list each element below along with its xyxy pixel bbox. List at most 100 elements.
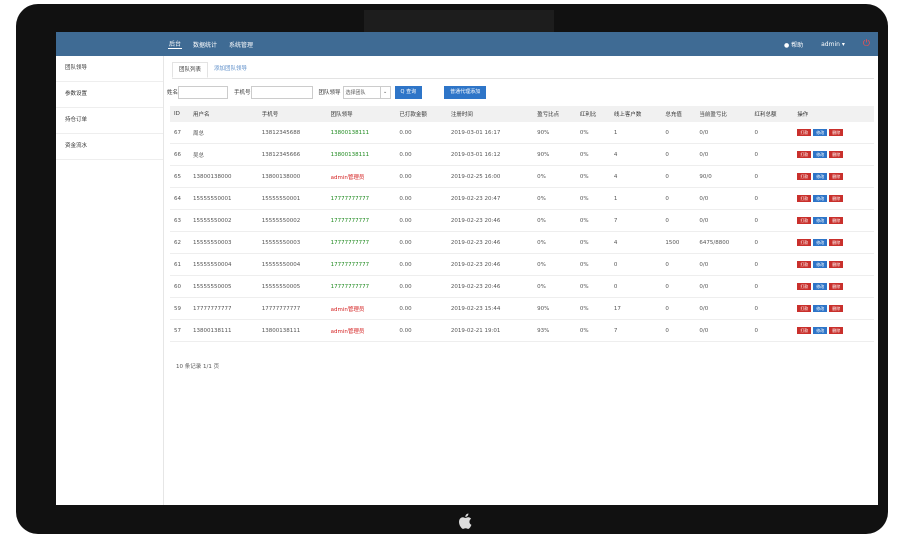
delete-button[interactable]: 删除 — [829, 195, 844, 202]
name-input[interactable] — [178, 85, 229, 99]
edit-button[interactable]: 修改 — [813, 239, 828, 246]
edit-button[interactable]: 修改 — [813, 195, 828, 202]
pay-button[interactable]: 打款 — [797, 151, 812, 158]
caret-down-icon: ▾ — [841, 40, 845, 48]
delete-button[interactable]: 删除 — [829, 239, 844, 246]
cell-bonus-rate: 0% — [575, 122, 610, 144]
help-link[interactable]: ● 帮助 — [784, 40, 803, 49]
column-header: 线上客户数 — [609, 106, 662, 122]
sidebar-item-funds[interactable]: 资金流水 — [56, 134, 163, 160]
cell-bonus-rate: 0% — [575, 253, 610, 276]
table-row: 62 15555550003 15555550003 17777777777 0.00 2… — [170, 231, 874, 254]
edit-button[interactable]: 修改 — [813, 305, 828, 312]
cell-id: 64 — [170, 187, 189, 210]
pay-button[interactable]: 打款 — [797, 195, 812, 202]
pay-button[interactable]: 打款 — [797, 217, 812, 224]
row-actions: 打款 修改 删除 — [797, 195, 873, 202]
user-menu[interactable]: admin ▾ — [821, 41, 845, 48]
sidebar-item-positions[interactable]: 持仓订单 — [56, 108, 163, 134]
pay-button[interactable]: 打款 — [797, 129, 812, 136]
cell-leader: admin管理员 — [326, 319, 396, 342]
nav-item-system[interactable]: 系统管理 — [228, 40, 254, 49]
monitor-frame: 后台 数据统计 系统管理 ● 帮助 admin ▾ ⏻ 团队领导 参数设置 持仓… — [16, 4, 888, 534]
tab-bar: 团队列表 添加团队领导 — [172, 62, 874, 79]
cell-register-time: 2019-02-23 20:46 — [446, 275, 534, 298]
phone-input[interactable] — [250, 85, 313, 99]
cell-actions: 打款 修改 删除 — [793, 253, 874, 276]
cell-username: 周总 — [188, 122, 258, 144]
delete-button[interactable]: 删除 — [829, 305, 844, 312]
pay-button[interactable]: 打款 — [797, 239, 812, 246]
edit-button[interactable]: 修改 — [813, 173, 828, 180]
sidebar-item-team-leader[interactable]: 团队领导 — [56, 56, 163, 82]
nav-item-statistics[interactable]: 数据统计 — [192, 40, 218, 49]
cell-total-recharge: 0 — [661, 275, 696, 298]
cell-bonus-total: 0 — [750, 143, 794, 166]
cell-register-time: 2019-02-23 20:46 — [446, 231, 534, 254]
edit-button[interactable]: 修改 — [813, 283, 828, 290]
team-select[interactable]: 选择团队 ⌄ — [342, 85, 391, 99]
cell-profit-rate: 0% — [533, 275, 576, 298]
cell-username: 15555550001 — [188, 187, 258, 210]
cell-profit-rate: 0% — [533, 253, 576, 276]
cell-id: 62 — [170, 231, 189, 254]
cell-bonus-rate: 0% — [575, 231, 610, 254]
cell-current-ratio: 90/0 — [695, 165, 751, 188]
cell-paid: 0.00 — [395, 275, 447, 298]
pay-button[interactable]: 打款 — [797, 283, 812, 290]
top-nav: 后台 数据统计 系统管理 — [168, 32, 254, 56]
cell-bonus-total: 0 — [750, 165, 794, 188]
cell-bonus-total: 0 — [750, 187, 794, 210]
cell-current-ratio: 0/0 — [695, 275, 751, 298]
delete-button[interactable]: 删除 — [829, 327, 844, 334]
pay-button[interactable]: 打款 — [797, 261, 812, 268]
nav-item-home[interactable]: 后台 — [168, 39, 183, 49]
power-icon[interactable]: ⏻ — [863, 39, 870, 49]
phone-label: 手机号 — [234, 90, 251, 96]
cell-leader: 17777777777 — [326, 275, 396, 298]
edit-button[interactable]: 修改 — [813, 327, 828, 334]
column-header: 总充值 — [661, 106, 696, 122]
cell-username: 15555550002 — [188, 209, 258, 232]
cell-total-recharge: 0 — [661, 122, 696, 144]
tab-add-leader[interactable]: 添加团队领导 — [208, 62, 253, 78]
table-row: 67 周总 13812345688 13800138111 0.00 2019-03-01… — [170, 122, 874, 144]
edit-button[interactable]: 修改 — [813, 129, 828, 136]
cell-phone: 15555550004 — [257, 253, 327, 276]
delete-button[interactable]: 删除 — [829, 261, 844, 268]
cell-id: 65 — [170, 165, 189, 188]
cell-register-time: 2019-02-25 16:00 — [446, 165, 534, 188]
pay-button[interactable]: 打款 — [797, 173, 812, 180]
table-body: 67 周总 13812345688 13800138111 0.00 2019-03-01… — [170, 122, 874, 342]
cell-bonus-rate: 0% — [575, 165, 610, 188]
cell-current-ratio: 6475/8800 — [695, 231, 751, 254]
tab-team-list[interactable]: 团队列表 — [172, 62, 209, 78]
delete-button[interactable]: 删除 — [829, 283, 844, 290]
cell-leader: 17777777777 — [326, 253, 396, 276]
row-actions: 打款 修改 删除 — [797, 327, 873, 334]
add-agent-button[interactable]: 普通代理添加 — [444, 85, 487, 99]
cell-online-clients: 0 — [609, 253, 662, 276]
delete-button[interactable]: 删除 — [829, 129, 844, 136]
edit-button[interactable]: 修改 — [813, 151, 828, 158]
cell-username: 13800138000 — [188, 165, 258, 188]
edit-button[interactable]: 修改 — [813, 261, 828, 268]
delete-button[interactable]: 删除 — [829, 217, 844, 224]
query-button[interactable]: Q 查询 — [394, 85, 423, 99]
pay-button[interactable]: 打款 — [797, 327, 812, 334]
cell-current-ratio: 0/0 — [695, 187, 751, 210]
delete-button[interactable]: 删除 — [829, 173, 844, 180]
cell-online-clients: 0 — [609, 275, 662, 298]
cell-bonus-rate: 0% — [575, 143, 610, 166]
cell-phone: 13800138000 — [257, 165, 327, 188]
sidebar-item-parameters[interactable]: 参数设置 — [56, 82, 163, 108]
edit-button[interactable]: 修改 — [813, 217, 828, 224]
cell-actions: 打款 修改 删除 — [793, 297, 874, 320]
cell-register-time: 2019-03-01 16:17 — [446, 122, 534, 144]
delete-button[interactable]: 删除 — [829, 151, 844, 158]
pay-button[interactable]: 打款 — [797, 305, 812, 312]
cell-username: 吴总 — [188, 143, 258, 166]
row-actions: 打款 修改 删除 — [797, 239, 873, 246]
cell-bonus-rate: 0% — [575, 319, 610, 342]
filter-bar: 姓名 手机号 团队领导 选择团队 ⌄ Q 查询 普通代理添加 — [167, 84, 487, 100]
